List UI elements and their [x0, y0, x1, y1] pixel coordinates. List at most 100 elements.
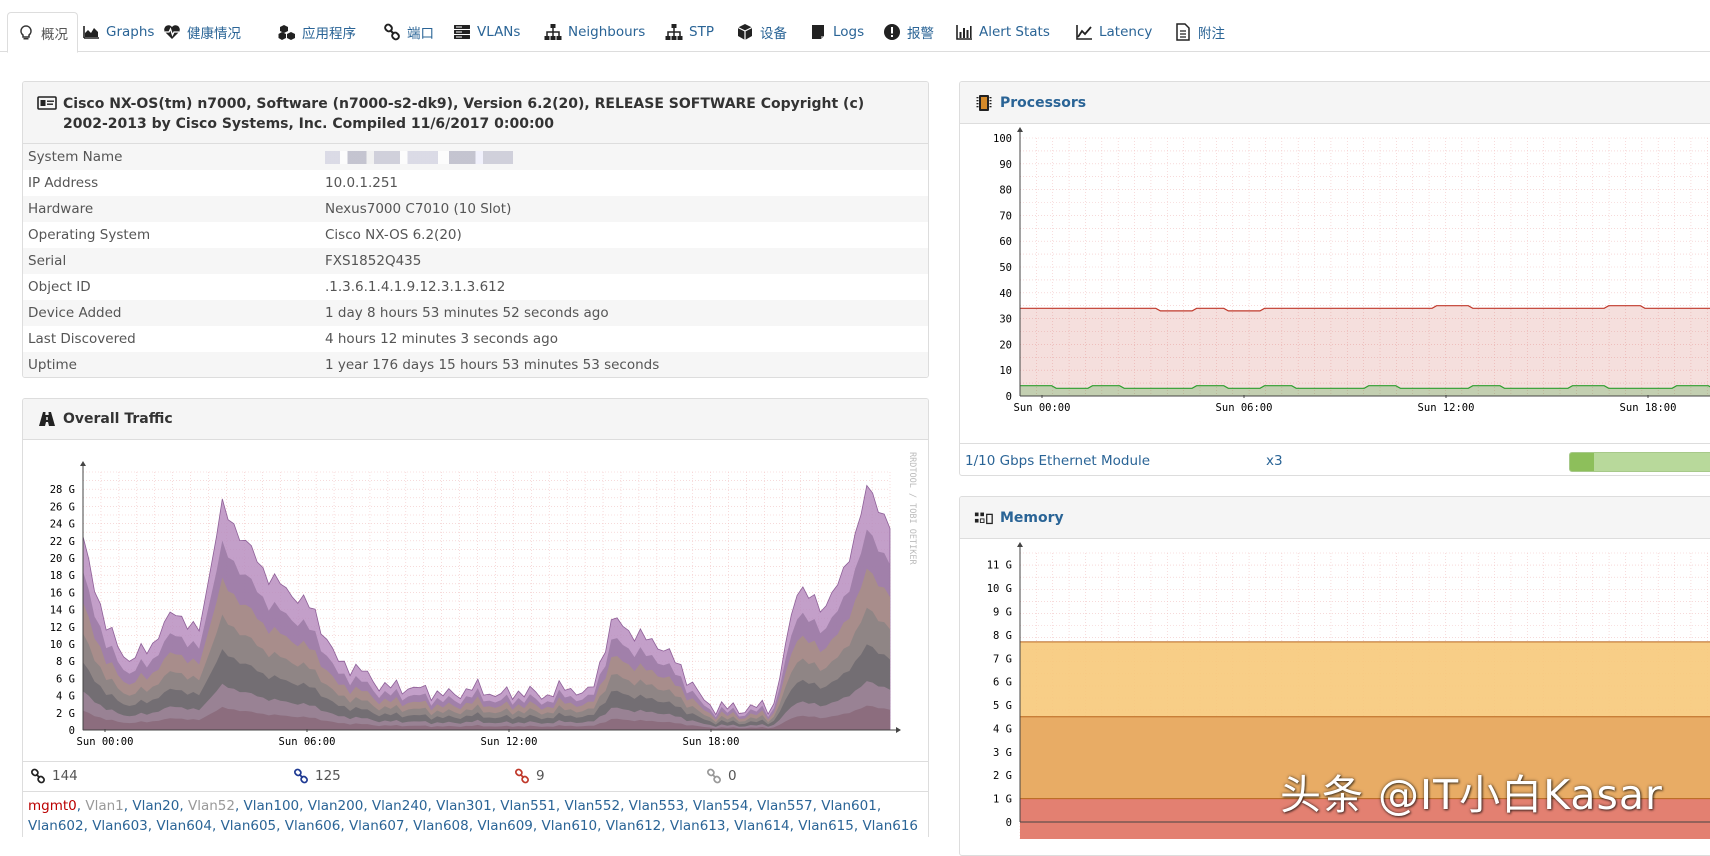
- vlan-link[interactable]: Vlan20: [132, 798, 179, 814]
- info-key: System Name: [28, 149, 123, 165]
- vlan-link[interactable]: Vlan552: [564, 798, 620, 814]
- vlan-link[interactable]: Vlan615: [798, 818, 854, 834]
- redacted-system-name: [325, 150, 513, 164]
- x-tick-label: Sun 12:00: [1418, 402, 1475, 414]
- tab-4[interactable]: 端口: [383, 12, 434, 52]
- y-tick-label: 0: [69, 725, 75, 737]
- device-info-table: System Name IP Address 10.0.1.251 Hardware N…: [23, 144, 928, 377]
- y-axis-arrow: [1017, 127, 1023, 132]
- port-count: 144: [52, 768, 78, 784]
- y-tick-label: 0: [1006, 391, 1012, 403]
- tab-2[interactable]: 健康情况: [163, 12, 241, 52]
- vlan-link[interactable]: Vlan612: [606, 818, 662, 834]
- id-card-icon: [37, 94, 57, 112]
- vlan-link[interactable]: Vlan610: [542, 818, 598, 834]
- vlan-link[interactable]: Vlan604: [156, 818, 212, 834]
- vlan-link[interactable]: Vlan301: [436, 798, 492, 814]
- vlan-link[interactable]: Vlan608: [413, 818, 469, 834]
- processors-panel: Processors 0 10 20 30 40 50 60 70 80 90 100 Sun 00:…: [959, 81, 1710, 476]
- vlan-link[interactable]: Vlan607: [349, 818, 405, 834]
- device-description: Cisco NX-OS(tm) n7000, Software (n7000-s…: [63, 96, 865, 132]
- device-info-row: Serial FXS1852Q435: [23, 248, 928, 274]
- vlan-list: mgmt0, Vlan1, Vlan20, Vlan52, Vlan100, V…: [23, 791, 928, 837]
- memory-header[interactable]: Memory: [960, 497, 1710, 539]
- processors-header[interactable]: Processors: [960, 82, 1710, 124]
- x-tick-label: Sun 00:00: [1014, 402, 1071, 414]
- y-tick-label: 50: [999, 262, 1012, 274]
- vlan-link[interactable]: Vlan601: [821, 798, 877, 814]
- tab-label: 报警: [907, 26, 934, 42]
- vlan-link[interactable]: Vlan614: [734, 818, 790, 834]
- info-key: Device Added: [28, 305, 122, 321]
- traffic-header: Overall Traffic: [23, 399, 928, 440]
- tab-12[interactable]: Latency: [1075, 12, 1152, 52]
- info-key: Last Discovered: [28, 331, 136, 347]
- vlan-link[interactable]: Vlan605: [221, 818, 277, 834]
- y-tick-label: 10: [999, 365, 1012, 377]
- vlan-link[interactable]: Vlan603: [92, 818, 148, 834]
- y-tick-label: 10 G: [987, 583, 1012, 595]
- y-tick-label: 20: [999, 339, 1012, 351]
- tab-9[interactable]: Logs: [809, 12, 864, 52]
- y-tick-label: 14 G: [50, 605, 75, 617]
- y-tick-label: 8 G: [993, 630, 1012, 642]
- port-stat[interactable]: 144: [30, 768, 78, 784]
- module-row[interactable]: 1/10 Gbps Ethernet Module x3: [960, 443, 1710, 475]
- memory-title: Memory: [1000, 509, 1064, 526]
- vlan-link[interactable]: Vlan554: [693, 798, 749, 814]
- y-tick-label: 9 G: [993, 606, 1012, 618]
- y-tick-label: 90: [999, 159, 1012, 171]
- device-info-row: Device Added 1 day 8 hours 53 minutes 52 …: [23, 300, 928, 326]
- port-stat[interactable]: 0: [706, 768, 737, 784]
- tab-3[interactable]: 应用程序: [278, 12, 356, 52]
- link-icon: [383, 23, 401, 41]
- vlan-link[interactable]: Vlan200: [308, 798, 364, 814]
- tab-0[interactable]: 概况: [7, 12, 78, 53]
- module-usage-fill: [1570, 453, 1594, 471]
- sitemap-icon: [665, 23, 683, 41]
- device-info-row: System Name: [23, 144, 928, 170]
- vlan-link[interactable]: mgmt0: [28, 798, 77, 814]
- tab-7[interactable]: STP: [665, 12, 714, 52]
- tab-6[interactable]: Neighbours: [544, 12, 645, 52]
- tab-5[interactable]: VLANs: [453, 12, 520, 52]
- vlan-link[interactable]: Vlan240: [372, 798, 428, 814]
- tab-label: VLANs: [477, 24, 521, 40]
- rrdtool-watermark: RRDTOOL / TOBI OETIKER: [907, 452, 917, 565]
- tab-label: Graphs: [106, 24, 155, 40]
- overall-traffic-chart[interactable]: 0 2 G 4 G 6 G 8 G 10 G 12 G 14 G 16 G 18 G 20 G 22 …: [23, 440, 929, 760]
- tab-10[interactable]: 报警: [883, 12, 934, 52]
- processors-chart[interactable]: 0 10 20 30 40 50 60 70 80 90 100 Sun 00:00 Sun 06:00…: [960, 124, 1710, 442]
- y-tick-label: 6 G: [56, 673, 75, 685]
- vlan-link[interactable]: Vlan602: [28, 818, 84, 834]
- tab-13[interactable]: 附注: [1174, 12, 1225, 52]
- vlan-link[interactable]: Vlan609: [477, 818, 533, 834]
- module-count: x3: [1266, 453, 1283, 469]
- info-key: Object ID: [28, 279, 91, 295]
- vlan-link[interactable]: Vlan551: [500, 798, 556, 814]
- tab-label: Neighbours: [568, 24, 646, 40]
- y-tick-label: 22 G: [50, 536, 75, 548]
- y-tick-label: 11 G: [987, 560, 1012, 572]
- vlan-link[interactable]: Vlan1: [85, 798, 123, 814]
- port-stat[interactable]: 125: [293, 768, 341, 784]
- module-name[interactable]: 1/10 Gbps Ethernet Module: [965, 453, 1150, 469]
- port-stat[interactable]: 9: [514, 768, 545, 784]
- vlan-link[interactable]: Vlan557: [757, 798, 813, 814]
- device-info-row: Hardware Nexus7000 C7010 (10 Slot): [23, 196, 928, 222]
- vlan-link[interactable]: Vlan52: [188, 798, 235, 814]
- y-tick-label: 8 G: [56, 656, 75, 668]
- tab-11[interactable]: Alert Stats: [955, 12, 1050, 52]
- link-icon: [706, 768, 722, 784]
- vlan-link[interactable]: Vlan553: [629, 798, 685, 814]
- y-tick-label: 20 G: [50, 553, 75, 565]
- tab-8[interactable]: 设备: [736, 12, 787, 52]
- vlan-link[interactable]: Vlan100: [244, 798, 300, 814]
- vlan-link[interactable]: Vlan613: [670, 818, 726, 834]
- vlan-link[interactable]: Vlan606: [285, 818, 341, 834]
- y-tick-label: 3 G: [993, 747, 1012, 759]
- vlan-link[interactable]: Vlan616: [862, 818, 918, 834]
- tab-1[interactable]: Graphs: [82, 12, 154, 52]
- road-icon: [37, 410, 57, 428]
- info-value: [325, 144, 928, 170]
